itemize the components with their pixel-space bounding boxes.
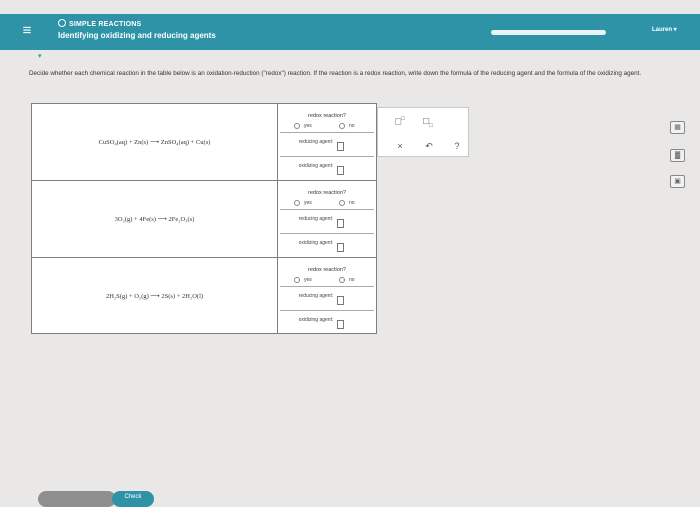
- redox-no-radio[interactable]: [339, 200, 345, 206]
- reducing-agent-input[interactable]: [337, 219, 344, 228]
- topic-label: SIMPLE REACTIONS: [58, 19, 141, 28]
- oxidizing-agent-input[interactable]: [337, 166, 344, 175]
- hamburger-icon[interactable]: ≡: [17, 20, 37, 42]
- explanation-button[interactable]: [38, 491, 116, 507]
- reaction-equation: 2H₂S(g) + O₂(g) ⟶ 2S(s) + 2H₂O(l): [32, 258, 278, 334]
- subscript-button[interactable]: □□: [418, 116, 438, 132]
- oxidizing-agent-input[interactable]: [337, 320, 344, 329]
- redox-question: redox reaction? yes no: [280, 106, 374, 133]
- redox-question: redox reaction? yes no: [280, 183, 374, 210]
- redox-no-radio[interactable]: [339, 277, 345, 283]
- periodic-table-icon[interactable]: ▣: [670, 175, 685, 188]
- reaction-equation: CuSO₄(aq) + Zn(s) ⟶ ZnSO₄(aq) + Cu(s): [32, 104, 278, 180]
- app-header: ≡ SIMPLE REACTIONS Identifying oxidizing…: [0, 14, 700, 50]
- progress-bar: [491, 30, 606, 35]
- redox-question: redox reaction? yes no: [280, 260, 374, 287]
- oxidizing-agent-field: oxidizing agent:: [280, 234, 374, 257]
- reducing-agent-field: reducing agent:: [280, 133, 374, 157]
- redox-yes-radio[interactable]: [294, 123, 300, 129]
- answer-panel: redox reaction? yes no reducing agent: o…: [278, 181, 376, 257]
- reducing-agent-input[interactable]: [337, 142, 344, 151]
- progress-fill: [491, 30, 606, 35]
- user-menu[interactable]: Lauren ▾: [652, 26, 677, 33]
- answer-panel: redox reaction? yes no reducing agent: o…: [278, 258, 376, 334]
- collapse-instructions-icon[interactable]: ▾: [38, 52, 42, 60]
- reaction-row: 2H₂S(g) + O₂(g) ⟶ 2S(s) + 2H₂O(l) redox …: [32, 258, 376, 335]
- help-button[interactable]: ?: [446, 139, 468, 153]
- redox-yes-radio[interactable]: [294, 200, 300, 206]
- check-button[interactable]: Check: [112, 491, 154, 507]
- calculator-icon[interactable]: ▦: [670, 121, 685, 134]
- oxidizing-agent-field: oxidizing agent:: [280, 157, 374, 180]
- instructions-text: Decide whether each chemical reaction in…: [29, 70, 642, 77]
- answer-panel: redox reaction? yes no reducing agent: o…: [278, 104, 376, 180]
- answer-toolbox: □□ □□ × ↶ ?: [377, 107, 469, 157]
- topic-status-icon: [58, 19, 66, 27]
- chart-icon[interactable]: ▓: [670, 149, 685, 162]
- reducing-agent-input[interactable]: [337, 296, 344, 305]
- superscript-button[interactable]: □□: [390, 116, 410, 132]
- reaction-equation: 3O₂(g) + 4Fe(s) ⟶ 2Fe₂O₃(s): [32, 181, 278, 257]
- reaction-table: CuSO₄(aq) + Zn(s) ⟶ ZnSO₄(aq) + Cu(s) re…: [31, 103, 377, 334]
- oxidizing-agent-input[interactable]: [337, 243, 344, 252]
- undo-button[interactable]: ↶: [418, 139, 440, 153]
- reaction-row: CuSO₄(aq) + Zn(s) ⟶ ZnSO₄(aq) + Cu(s) re…: [32, 104, 376, 181]
- page-title: Identifying oxidizing and reducing agent…: [58, 31, 216, 40]
- redox-yes-radio[interactable]: [294, 277, 300, 283]
- reducing-agent-field: reducing agent:: [280, 210, 374, 234]
- reducing-agent-field: reducing agent:: [280, 287, 374, 311]
- reaction-row: 3O₂(g) + 4Fe(s) ⟶ 2Fe₂O₃(s) redox reacti…: [32, 181, 376, 258]
- redox-no-radio[interactable]: [339, 123, 345, 129]
- oxidizing-agent-field: oxidizing agent:: [280, 311, 374, 334]
- clear-button[interactable]: ×: [389, 139, 411, 153]
